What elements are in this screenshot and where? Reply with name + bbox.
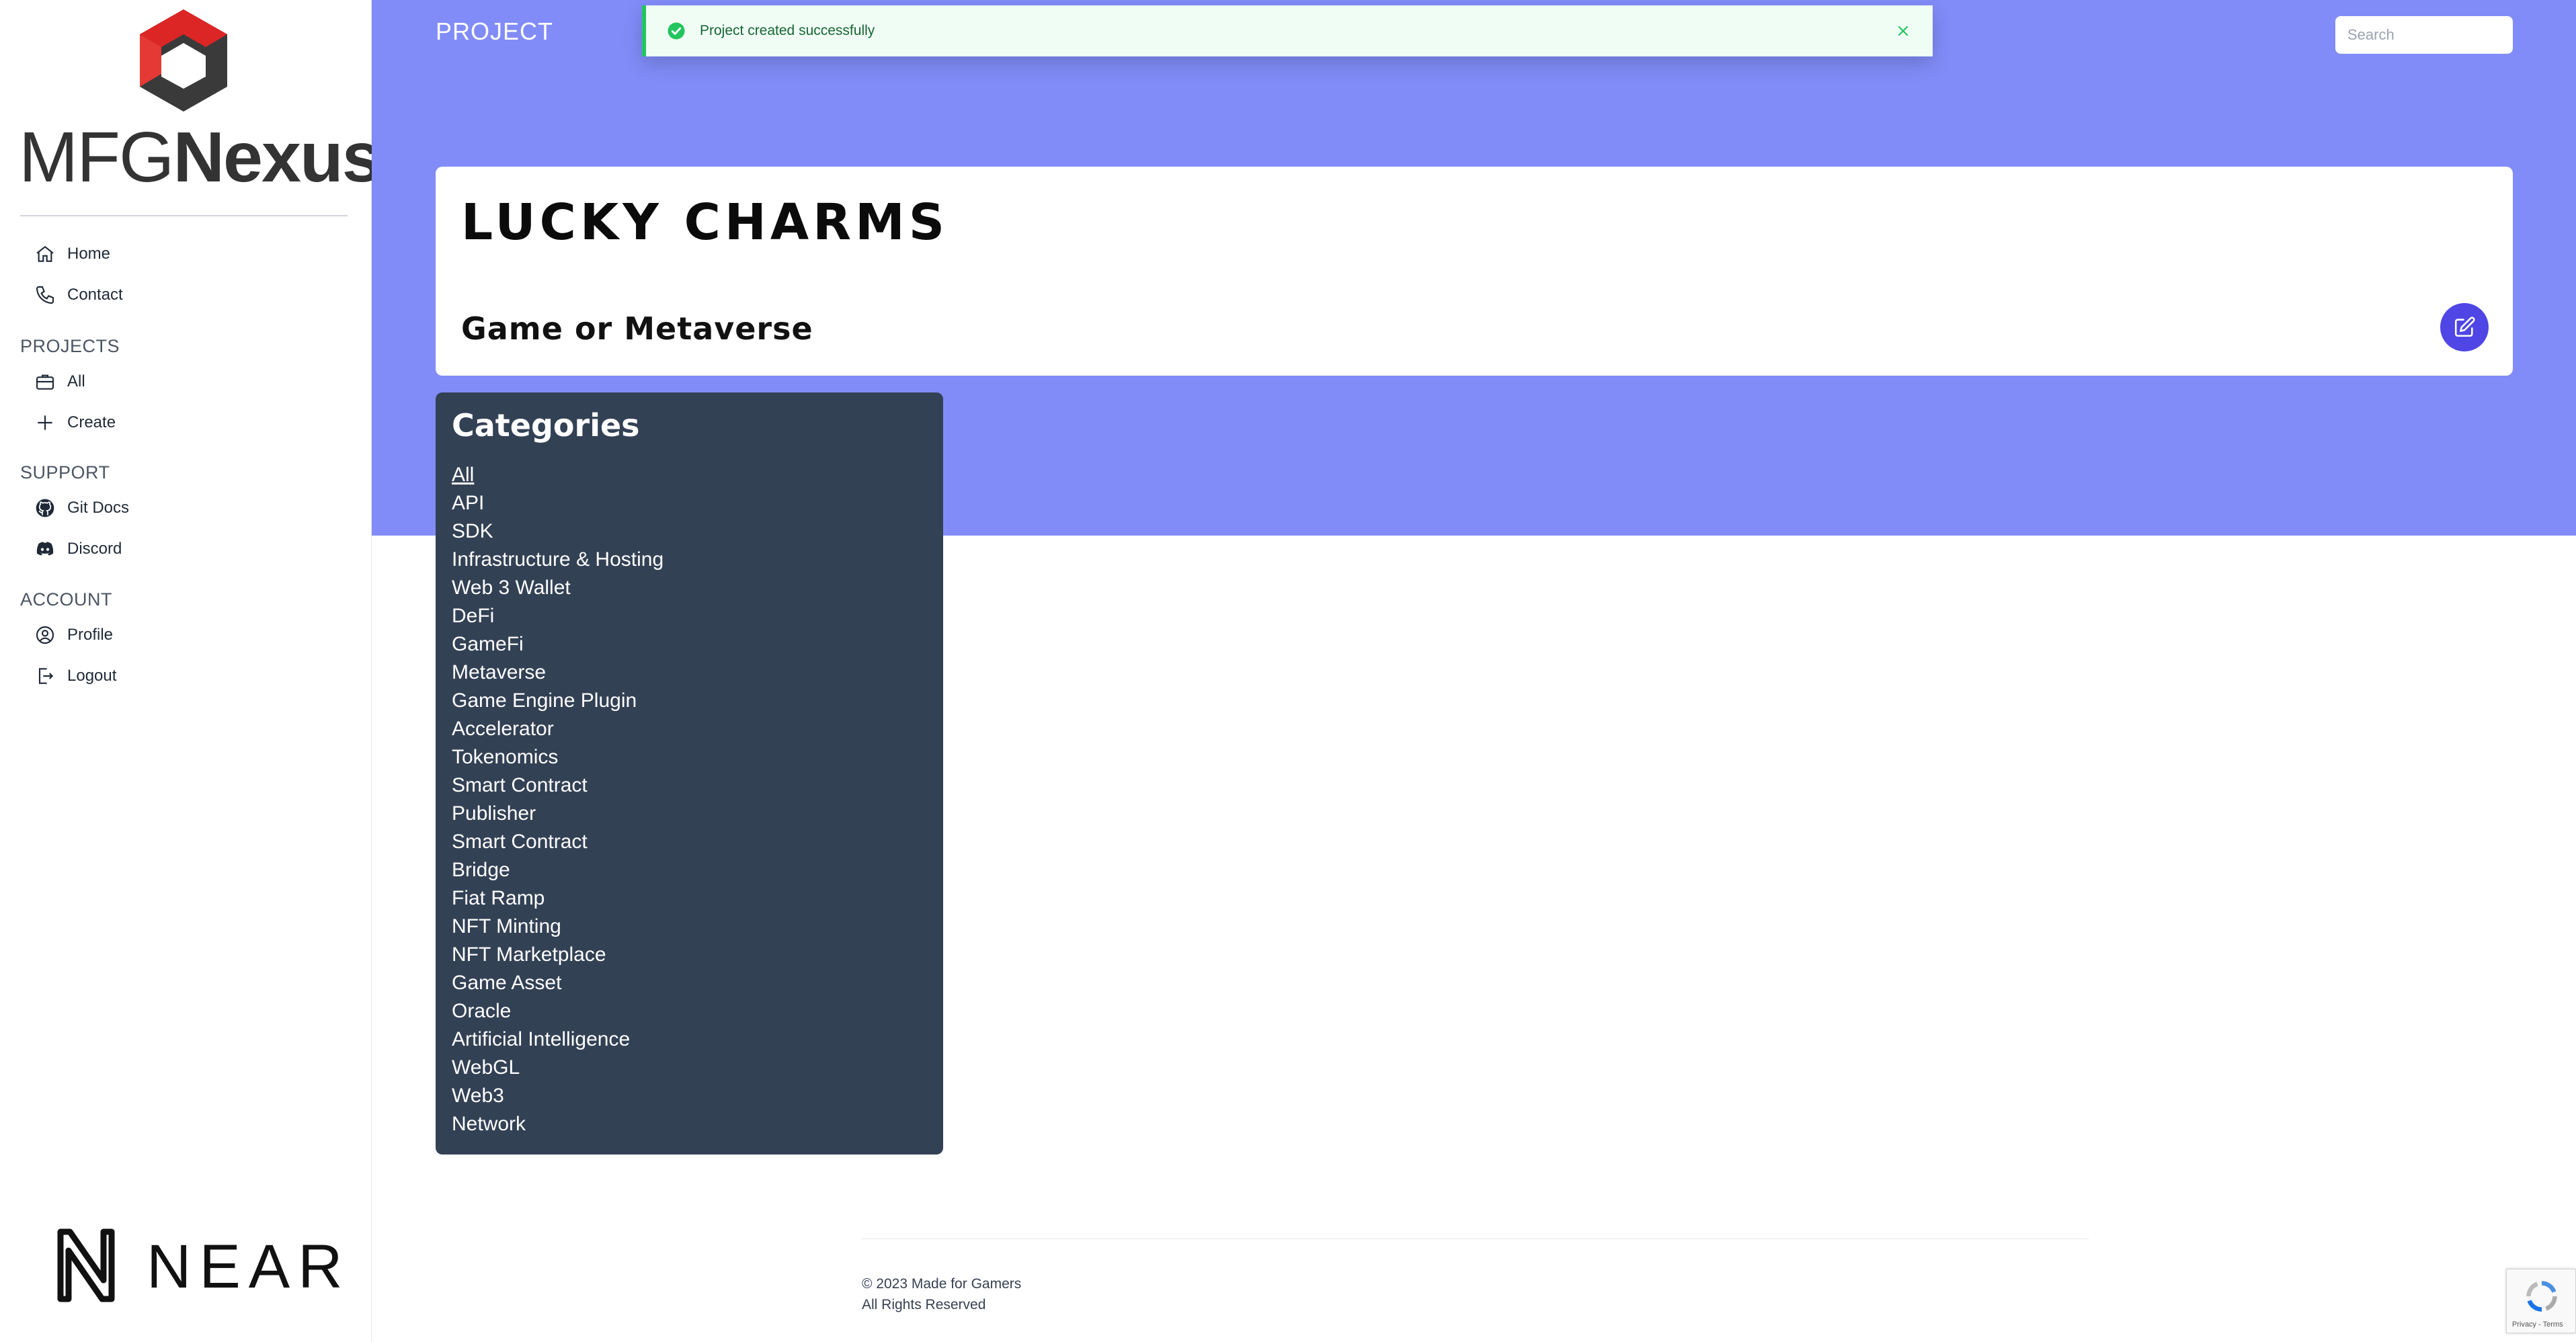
- github-icon: [34, 497, 56, 519]
- sidebar-item-label: All: [67, 372, 85, 390]
- recaptcha-links[interactable]: Privacy - Terms: [2512, 1320, 2563, 1329]
- project-title: LUCKY CHARMS: [461, 194, 949, 251]
- sidebar-item-label: Home: [67, 245, 111, 263]
- category-item[interactable]: Publisher: [452, 800, 663, 828]
- near-mark-icon: [57, 1228, 115, 1302]
- categories-panel: Categories All API SDK Infrastructure & Hos…: [436, 392, 943, 1155]
- categories-list: All API SDK Infrastructure & Hosting Web 3 W…: [452, 461, 663, 1138]
- category-item[interactable]: WebGL: [452, 1054, 663, 1082]
- section-label-account: ACCOUNT: [20, 589, 112, 610]
- close-icon[interactable]: [1894, 22, 1913, 40]
- toast-message: Project created successfully: [700, 23, 875, 38]
- discord-icon: [34, 538, 56, 560]
- category-item[interactable]: Game Engine Plugin: [452, 687, 663, 715]
- brand-wordmark: MFGNexus: [19, 118, 382, 197]
- category-item[interactable]: SDK: [452, 517, 663, 546]
- near-logo: NEAR: [47, 1226, 343, 1304]
- search-input[interactable]: [2335, 16, 2513, 54]
- near-wordmark: NEAR: [147, 1232, 351, 1301]
- sidebar-item-label: Profile: [67, 626, 114, 644]
- sidebar-item-logout[interactable]: Logout: [34, 659, 116, 693]
- categories-title: Categories: [452, 407, 640, 444]
- brand-logo[interactable]: MFGNexus: [19, 9, 382, 197]
- category-item[interactable]: Fiat Ramp: [452, 884, 663, 913]
- category-item[interactable]: Smart Contract: [452, 771, 663, 800]
- sidebar-item-profile[interactable]: Profile: [34, 618, 113, 652]
- user-circle-icon: [34, 624, 56, 646]
- category-item[interactable]: All: [452, 461, 663, 489]
- sidebar-item-discord[interactable]: Discord: [34, 532, 122, 566]
- section-label-projects: PROJECTS: [20, 336, 120, 356]
- check-circle-icon: [668, 22, 685, 40]
- category-item[interactable]: Web3: [452, 1082, 663, 1110]
- logout-icon: [34, 665, 56, 687]
- sidebar-item-label: Git Docs: [67, 499, 130, 517]
- section-label-support: SUPPORT: [20, 462, 110, 483]
- category-item[interactable]: Network: [452, 1110, 663, 1138]
- category-item[interactable]: API: [452, 489, 663, 517]
- edit-project-button[interactable]: [2440, 303, 2489, 351]
- category-item[interactable]: Bridge: [452, 856, 663, 884]
- hexagon-logo-icon: [140, 9, 227, 112]
- sidebar-item-contact[interactable]: Contact: [34, 278, 123, 312]
- brand-name-bold: Nexus: [173, 118, 382, 197]
- sidebar-item-label: Contact: [67, 286, 123, 304]
- category-item[interactable]: NFT Minting: [452, 913, 663, 941]
- brand-name-light: MFG: [19, 118, 174, 197]
- recaptcha-icon: [2526, 1281, 2557, 1312]
- pencil-square-icon: [2454, 317, 2475, 337]
- sidebar-item-git-docs[interactable]: Git Docs: [34, 491, 129, 525]
- success-toast: Project created successfully: [642, 5, 1933, 56]
- category-item[interactable]: Smart Contract: [452, 828, 663, 856]
- category-item[interactable]: Artificial Intelligence: [452, 1025, 663, 1054]
- sidebar-item-label: Create: [67, 413, 116, 431]
- sidebar-item-label: Discord: [67, 540, 122, 558]
- sidebar-item-home[interactable]: Home: [34, 237, 110, 271]
- category-item[interactable]: Web 3 Wallet: [452, 574, 663, 602]
- sidebar-item-label: Logout: [67, 667, 117, 685]
- home-icon: [34, 243, 56, 265]
- category-item[interactable]: Metaverse: [452, 659, 663, 687]
- category-item[interactable]: Oracle: [452, 997, 663, 1025]
- plus-icon: [34, 411, 56, 434]
- project-card: LUCKY CHARMS Game or Metaverse: [436, 167, 2513, 376]
- category-item[interactable]: Tokenomics: [452, 743, 663, 771]
- category-item[interactable]: DeFi: [452, 602, 663, 630]
- category-item[interactable]: GameFi: [452, 630, 663, 659]
- sidebar-item-all[interactable]: All: [34, 365, 85, 399]
- category-item[interactable]: Infrastructure & Hosting: [452, 546, 663, 574]
- briefcase-icon: [34, 370, 56, 393]
- breadcrumb[interactable]: PROJECT: [436, 17, 553, 46]
- phone-icon: [34, 284, 56, 306]
- sidebar-divider: [20, 215, 348, 216]
- category-item[interactable]: Game Asset: [452, 969, 663, 997]
- footer: © 2023 Made for Gamers All Rights Reserv…: [862, 1273, 1021, 1315]
- sidebar: MFGNexus Home Contact PROJECTS All Creat…: [0, 0, 382, 1342]
- recaptcha-badge[interactable]: Privacy - Terms: [2506, 1269, 2576, 1333]
- project-type: Game or Metaverse: [461, 310, 813, 347]
- sidebar-item-create[interactable]: Create: [34, 406, 116, 439]
- footer-rights: All Rights Reserved: [862, 1297, 986, 1312]
- footer-copyright: © 2023 Made for Gamers: [862, 1276, 1022, 1292]
- category-item[interactable]: Accelerator: [452, 715, 663, 743]
- category-item[interactable]: NFT Marketplace: [452, 941, 663, 969]
